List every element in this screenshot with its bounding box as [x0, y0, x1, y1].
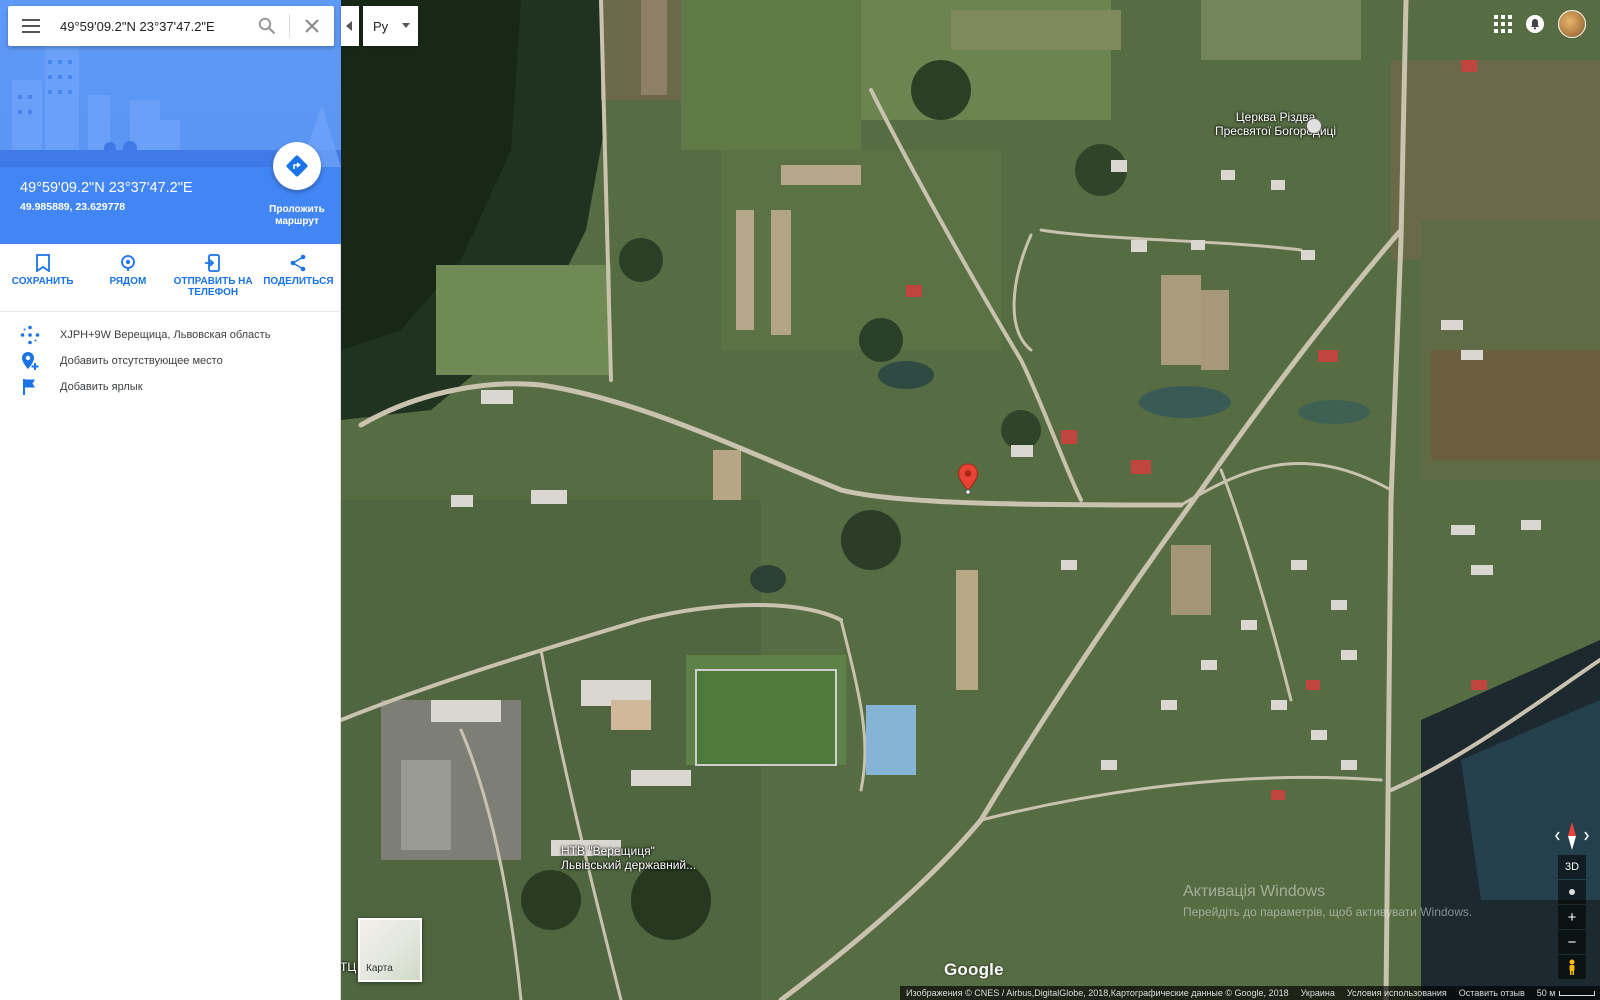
zoom-in-button[interactable]: +	[1558, 905, 1586, 929]
language-value: Ру	[373, 18, 389, 34]
map-footer: Изображения © CNES / Airbus,DigitalGlobe…	[900, 986, 1600, 1000]
directions-icon	[286, 155, 308, 177]
add-place-icon	[20, 351, 40, 371]
terms-link[interactable]: Условия использования	[1347, 988, 1447, 998]
google-logo: Google	[944, 960, 1004, 979]
edge-label: ТЦ	[341, 960, 357, 974]
windows-watermark-subtitle: Перейдіть до параметрів, щоб активувати …	[1183, 905, 1473, 919]
add-missing-place-text: Добавить отсутствующее место	[60, 355, 223, 367]
scale-bar[interactable]: 50 м	[1537, 988, 1596, 998]
place-header: 49°59'09.2"N 23°37'47.2"E 49°59'09.2"N 2…	[0, 0, 341, 244]
imagery-attribution: Изображения © CNES / Airbus,DigitalGlobe…	[906, 988, 1289, 998]
directions-label-line-2: маршрут	[275, 216, 319, 227]
share-icon	[291, 254, 306, 272]
clear-search-button[interactable]	[290, 6, 334, 46]
close-icon	[305, 19, 319, 33]
location-pin-icon[interactable]	[957, 463, 979, 495]
directions-button[interactable]	[273, 142, 321, 190]
search-box[interactable]: 49°59'09.2"N 23°37'47.2"E	[8, 6, 334, 46]
scale-label: 50 м	[1536, 988, 1556, 998]
bookmark-icon	[35, 254, 50, 272]
send-to-phone-button[interactable]: ОТПРАВИТЬ НА ТЕЛЕФОН	[171, 244, 256, 311]
apps-grid-icon[interactable]	[1494, 15, 1512, 33]
satellite-map[interactable]: Церква Різдва Пресвятої Богородиці НТВ "…	[341, 0, 1600, 1000]
my-location-button[interactable]	[1558, 880, 1586, 904]
hamburger-icon	[22, 19, 40, 33]
feedback-link[interactable]: Оставить отзыв	[1459, 988, 1525, 998]
add-label-row[interactable]: Добавить ярлык	[0, 374, 341, 400]
nearby-label: РЯДОМ	[109, 276, 147, 287]
avatar[interactable]	[1558, 10, 1586, 38]
nearby-button[interactable]: РЯДОМ	[85, 244, 170, 311]
flag-icon	[20, 377, 40, 397]
pegman-button[interactable]	[1558, 955, 1586, 979]
3d-toggle-button[interactable]: 3D	[1558, 855, 1586, 879]
search-button[interactable]	[245, 6, 289, 46]
place-info-list: XJPH+9W Верещица, Львовская область Доба…	[0, 322, 341, 400]
map-imagery	[341, 0, 1600, 1000]
country-link[interactable]: Украина	[1301, 988, 1335, 998]
school-label-line-2: Львівський державний...	[561, 858, 697, 872]
notifications-icon[interactable]	[1526, 15, 1544, 33]
plus-code-row[interactable]: XJPH+9W Верещица, Львовская область	[0, 322, 341, 348]
map-layer-toggle[interactable]: Карта	[358, 918, 422, 982]
school-label[interactable]: НТВ "Верещиця" Львівський державний...	[561, 844, 696, 872]
church-icon[interactable]	[1306, 118, 1322, 134]
add-missing-place-row[interactable]: Добавить отсутствующее место	[0, 348, 341, 374]
compass-icon[interactable]	[1554, 818, 1590, 854]
school-label-line-1: НТВ "Верещиця"	[561, 844, 655, 858]
dropdown-caret-icon	[402, 23, 410, 28]
send-to-phone-label: ОТПРАВИТЬ НА ТЕЛЕФОН	[173, 276, 253, 298]
action-bar: СОХРАНИТЬ РЯДОМ ОТПРАВИТЬ НА ТЕЛЕФОН ПОД…	[0, 244, 341, 312]
decimal-coordinates: 49.985889, 23.629778	[20, 201, 126, 213]
share-label: ПОДЕЛИТЬСЯ	[263, 276, 334, 287]
plus-code-text: XJPH+9W Верещица, Львовская область	[60, 329, 271, 341]
search-input[interactable]: 49°59'09.2"N 23°37'47.2"E	[54, 19, 245, 34]
windows-watermark-title: Активація Windows	[1183, 883, 1326, 900]
language-select[interactable]: Ру	[363, 6, 418, 46]
plus-code-icon	[20, 325, 40, 345]
my-location-icon	[1569, 889, 1575, 895]
directions-label-line-1: Проложить	[269, 204, 325, 215]
scale-bar-line	[1559, 990, 1596, 996]
zoom-out-button[interactable]: −	[1558, 930, 1586, 954]
send-to-phone-icon	[205, 254, 221, 272]
directions-label[interactable]: Проложить маршрут	[254, 204, 340, 228]
menu-button[interactable]	[8, 6, 54, 46]
nearby-icon	[120, 255, 135, 271]
account-toolbar	[1494, 10, 1586, 38]
search-icon	[258, 17, 276, 35]
save-label: СОХРАНИТЬ	[11, 276, 74, 287]
add-label-text: Добавить ярлык	[60, 381, 143, 393]
map-controls: 3D + −	[1558, 855, 1586, 980]
layer-label: Карта	[366, 963, 393, 974]
collapse-panel-button[interactable]	[341, 6, 359, 46]
share-button[interactable]: ПОДЕЛИТЬСЯ	[256, 244, 341, 311]
place-panel: 49°59'09.2"N 23°37'47.2"E 49°59'09.2"N 2…	[0, 0, 341, 1000]
place-title: 49°59'09.2"N 23°37'47.2"E	[20, 180, 193, 196]
save-button[interactable]: СОХРАНИТЬ	[0, 244, 85, 311]
caret-left-icon	[346, 21, 352, 31]
pegman-icon	[1569, 959, 1575, 975]
